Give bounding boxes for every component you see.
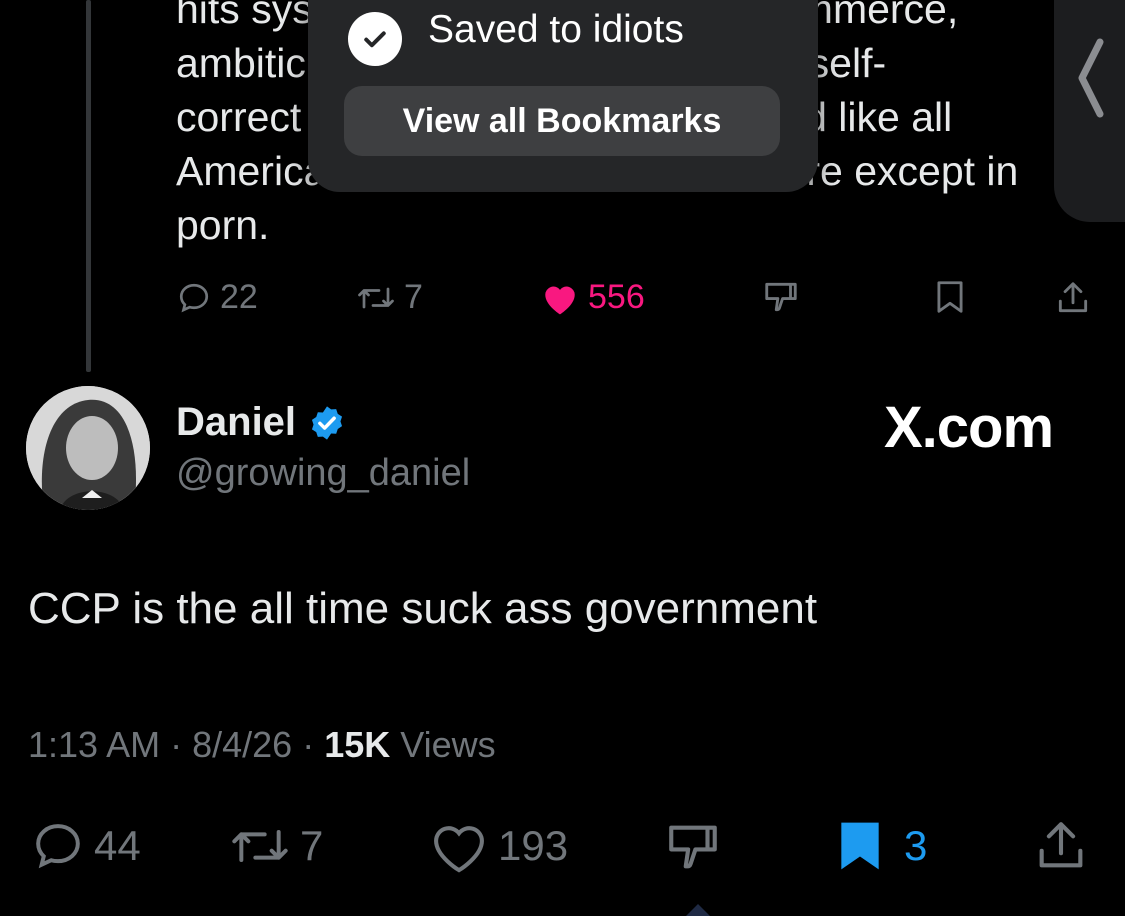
prev-reply-button[interactable]: 22 [176, 278, 258, 317]
heart-filled-icon [545, 286, 575, 314]
chevron-left-icon [1078, 38, 1104, 118]
author-handle[interactable]: @growing_daniel [176, 452, 470, 495]
share-icon [1039, 822, 1083, 868]
side-panel-handle[interactable] [1054, 0, 1125, 222]
prev-reply-count: 22 [220, 278, 258, 316]
view-all-bookmarks-button[interactable]: View all Bookmarks [344, 86, 780, 156]
previous-tweet-line: porn. [176, 202, 270, 248]
reply-icon [179, 283, 209, 312]
bookmark-saved-toast: Saved to idiots View all Bookmarks [308, 0, 818, 192]
dislike-icon [669, 825, 717, 869]
repost-count: 7 [300, 822, 324, 869]
views-count: 15K [324, 724, 391, 765]
share-icon [1058, 282, 1088, 313]
like-button[interactable]: 193 [428, 818, 568, 874]
tweet-date[interactable]: 8/4/26 [192, 724, 292, 765]
bookmark-icon [937, 281, 963, 313]
prev-downvote-button[interactable] [762, 278, 800, 316]
downvote-button[interactable] [664, 818, 722, 876]
like-count: 193 [498, 822, 569, 869]
share-button[interactable] [1032, 816, 1090, 876]
toast-message: Saved to idiots [428, 8, 684, 51]
tweet-text: CCP is the all time suck ass government [28, 584, 818, 633]
heart-icon [434, 826, 484, 873]
bookmark-count: 3 [904, 822, 928, 869]
reply-button[interactable]: 44 [30, 818, 141, 874]
separator-dot: · [302, 724, 325, 765]
separator-dot: · [170, 724, 193, 765]
display-name: Daniel [176, 400, 297, 444]
prev-share-button[interactable] [1054, 278, 1092, 318]
prev-like-button[interactable]: 556 [540, 278, 645, 317]
prev-like-count: 556 [588, 278, 645, 316]
repost-button[interactable]: 7 [228, 818, 323, 874]
prev-bookmark-button[interactable] [932, 278, 968, 316]
tweet-metadata: 1:13 AM · 8/4/26 · 15K Views [28, 724, 496, 766]
verified-badge-icon [312, 405, 343, 440]
bookmark-button[interactable]: 3 [834, 818, 927, 874]
xcom-watermark: X.com [884, 395, 1054, 460]
repost-icon [232, 830, 288, 862]
bookmark-filled-icon [841, 822, 879, 870]
reply-icon [36, 824, 80, 869]
reply-count: 44 [94, 822, 141, 869]
views-label[interactable]: Views [400, 724, 495, 765]
prev-repost-count: 7 [404, 278, 423, 316]
thread-connector-line [86, 0, 91, 372]
author-name[interactable]: Daniel [176, 400, 346, 445]
checkmark-icon [348, 12, 402, 66]
avatar[interactable] [26, 386, 150, 510]
tooltip-pointer [686, 904, 710, 916]
repost-icon [358, 287, 394, 308]
tweet-time[interactable]: 1:13 AM [28, 724, 160, 765]
prev-repost-button[interactable]: 7 [356, 278, 423, 317]
dislike-icon [765, 282, 797, 312]
